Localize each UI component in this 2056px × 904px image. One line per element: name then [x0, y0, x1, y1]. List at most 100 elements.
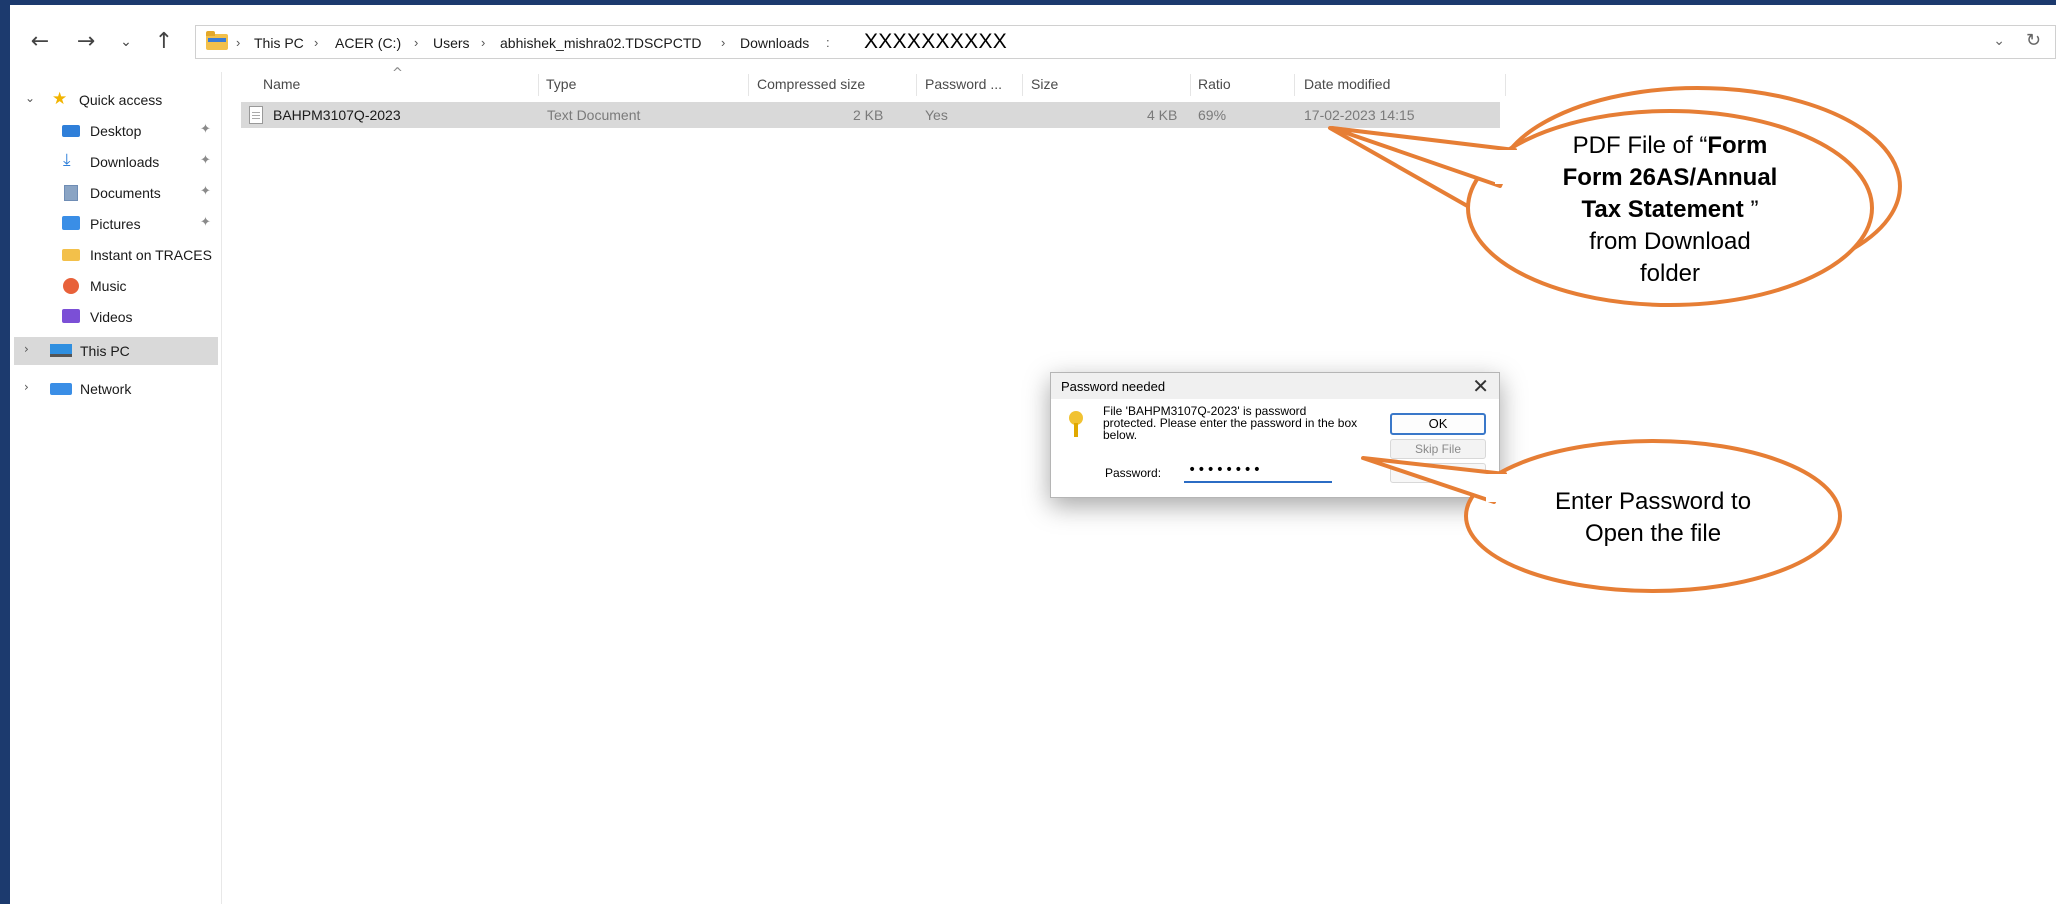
chevron-right-icon: ›: [721, 35, 726, 50]
column-divider[interactable]: [748, 74, 749, 96]
sidebar-item-label: Quick access: [79, 92, 163, 108]
breadcrumb-users[interactable]: Users: [433, 35, 470, 51]
address-bar[interactable]: › This PC › ACER (C:) › Users › abhishek…: [195, 25, 2056, 59]
column-divider[interactable]: [1505, 74, 1506, 96]
sidebar-item-documents[interactable]: Documents ✦: [10, 179, 222, 207]
download-icon: ⤓: [63, 150, 71, 169]
chevron-right-icon[interactable]: ›: [24, 342, 29, 356]
column-divider[interactable]: [538, 74, 539, 96]
callout-bold: Form: [1707, 132, 1768, 159]
sidebar-item-pictures[interactable]: Pictures ✦: [10, 210, 222, 238]
sidebar-item-label: Network: [80, 381, 132, 397]
chevron-down-icon[interactable]: ⌄: [1993, 32, 2005, 49]
sidebar-item-label: Downloads: [90, 154, 160, 170]
chevron-right-icon: ›: [481, 35, 486, 50]
sidebar-item-downloads[interactable]: ⤓ Downloads ✦: [10, 148, 222, 176]
password-input[interactable]: [1184, 459, 1332, 483]
chevron-right-icon: ›: [236, 35, 241, 50]
sidebar-item-network[interactable]: › Network: [10, 375, 222, 403]
sidebar-item-label: Desktop: [90, 123, 142, 139]
sort-ascending-icon: ^: [392, 66, 403, 81]
sidebar-item-videos[interactable]: Videos: [10, 303, 222, 331]
chevron-right-icon: ›: [314, 35, 319, 50]
chevron-right-icon[interactable]: ›: [24, 380, 29, 394]
callout-line: Enter Password to: [1554, 488, 1752, 515]
password-label: Password:: [1105, 466, 1162, 480]
column-divider[interactable]: [916, 74, 917, 96]
breadcrumb-user-folder[interactable]: abhishek_mishra02.TDSCPCTD: [500, 35, 702, 51]
column-header-compressed-size[interactable]: Compressed size: [757, 76, 865, 92]
file-password: Yes: [925, 107, 948, 123]
file-ratio: 69%: [1198, 107, 1227, 123]
dialog-message: File 'BAHPM3107Q-2023' is password prote…: [1103, 404, 1358, 442]
documents-icon: [64, 185, 78, 201]
ok-button[interactable]: OK: [1390, 413, 1486, 435]
network-icon: [50, 383, 72, 395]
callout-bold: Tax Statement: [1581, 196, 1744, 223]
column-header-password[interactable]: Password ...: [925, 76, 1002, 92]
folder-icon: [206, 31, 228, 50]
sidebar-item-music[interactable]: Music: [10, 272, 222, 300]
pictures-icon: [62, 216, 80, 230]
forward-button[interactable]: →: [72, 28, 100, 56]
breadcrumb-downloads[interactable]: Downloads: [740, 35, 809, 51]
file-date-modified: 17-02-2023 14:15: [1304, 107, 1415, 123]
recent-locations-button[interactable]: ⌄: [112, 28, 140, 56]
text-file-icon: [249, 106, 263, 124]
sidebar-item-this-pc[interactable]: › This PC: [14, 337, 218, 365]
breadcrumb-this-pc[interactable]: This PC: [254, 35, 304, 51]
callout-line: from Download: [1589, 228, 1751, 255]
sidebar-item-desktop[interactable]: Desktop ✦: [10, 117, 222, 145]
column-header-name[interactable]: Name: [263, 76, 300, 92]
sidebar-item-label: Pictures: [90, 216, 141, 232]
key-icon: [1069, 411, 1083, 437]
column-divider[interactable]: [1190, 74, 1191, 96]
sidebar-item-instant-on-traces[interactable]: Instant on TRACES: [10, 241, 222, 269]
chevron-down-icon[interactable]: ⌄: [25, 91, 35, 105]
videos-icon: [62, 309, 80, 323]
masked-path-text: XXXXXXXXXX: [864, 30, 1008, 53]
callout-line: ”: [1743, 196, 1759, 223]
callout-bold: Form 26AS/Annual: [1562, 164, 1778, 191]
skip-file-button[interactable]: Skip File: [1390, 439, 1486, 459]
dialog-title: Password needed: [1061, 379, 1166, 394]
pin-icon[interactable]: ✦: [200, 184, 211, 199]
breadcrumb-drive[interactable]: ACER (C:): [335, 35, 401, 51]
music-icon: [63, 278, 79, 294]
folder-icon: [62, 249, 80, 261]
password-dialog: Password needed ✕ File 'BAHPM3107Q-2023'…: [1050, 372, 1500, 498]
file-type: Text Document: [547, 107, 641, 123]
table-row[interactable]: BAHPM3107Q-2023 Text Document 2 KB Yes 4…: [241, 102, 1500, 128]
column-divider[interactable]: [1022, 74, 1023, 96]
file-name[interactable]: BAHPM3107Q-2023: [273, 107, 401, 123]
file-size: 4 KB: [1147, 107, 1178, 123]
pin-icon[interactable]: ✦: [200, 215, 211, 230]
column-header-type[interactable]: Type: [546, 76, 576, 92]
column-header-date-modified[interactable]: Date modified: [1304, 76, 1390, 92]
desktop-icon: [62, 125, 80, 137]
close-icon[interactable]: ✕: [1472, 374, 1489, 398]
callout-line: PDF File of “: [1572, 132, 1708, 159]
pin-icon[interactable]: ✦: [200, 122, 211, 137]
star-icon: ★: [52, 89, 68, 108]
dialog-button[interactable]: [1390, 463, 1486, 483]
column-divider[interactable]: [1294, 74, 1295, 96]
sidebar-item-quick-access[interactable]: ⌄ ★ Quick access: [10, 86, 222, 114]
callout-text-password: Enter Password to Open the file: [1483, 486, 1823, 550]
sidebar-item-label: Music: [90, 278, 127, 294]
callout-line: Open the file: [1584, 520, 1722, 547]
refresh-icon[interactable]: ↻: [2026, 30, 2041, 51]
file-compressed-size: 2 KB: [853, 107, 884, 123]
column-header-ratio[interactable]: Ratio: [1198, 76, 1231, 92]
column-header-size[interactable]: Size: [1031, 76, 1058, 92]
sidebar-item-label: Videos: [90, 309, 133, 325]
callout-text-pdf: PDF File of “Form Form 26AS/Annual Tax S…: [1500, 130, 1840, 290]
pin-icon[interactable]: ✦: [200, 153, 211, 168]
navigation-pane: ⌄ ★ Quick access Desktop ✦ ⤓ Downloads ✦…: [10, 72, 222, 904]
computer-icon: [50, 344, 72, 357]
sidebar-item-label: Documents: [90, 185, 161, 201]
dialog-body: File 'BAHPM3107Q-2023' is password prote…: [1051, 399, 1499, 497]
up-button[interactable]: ↑: [150, 28, 178, 56]
sidebar-item-label: This PC: [80, 343, 130, 359]
back-button[interactable]: ←: [26, 28, 54, 56]
